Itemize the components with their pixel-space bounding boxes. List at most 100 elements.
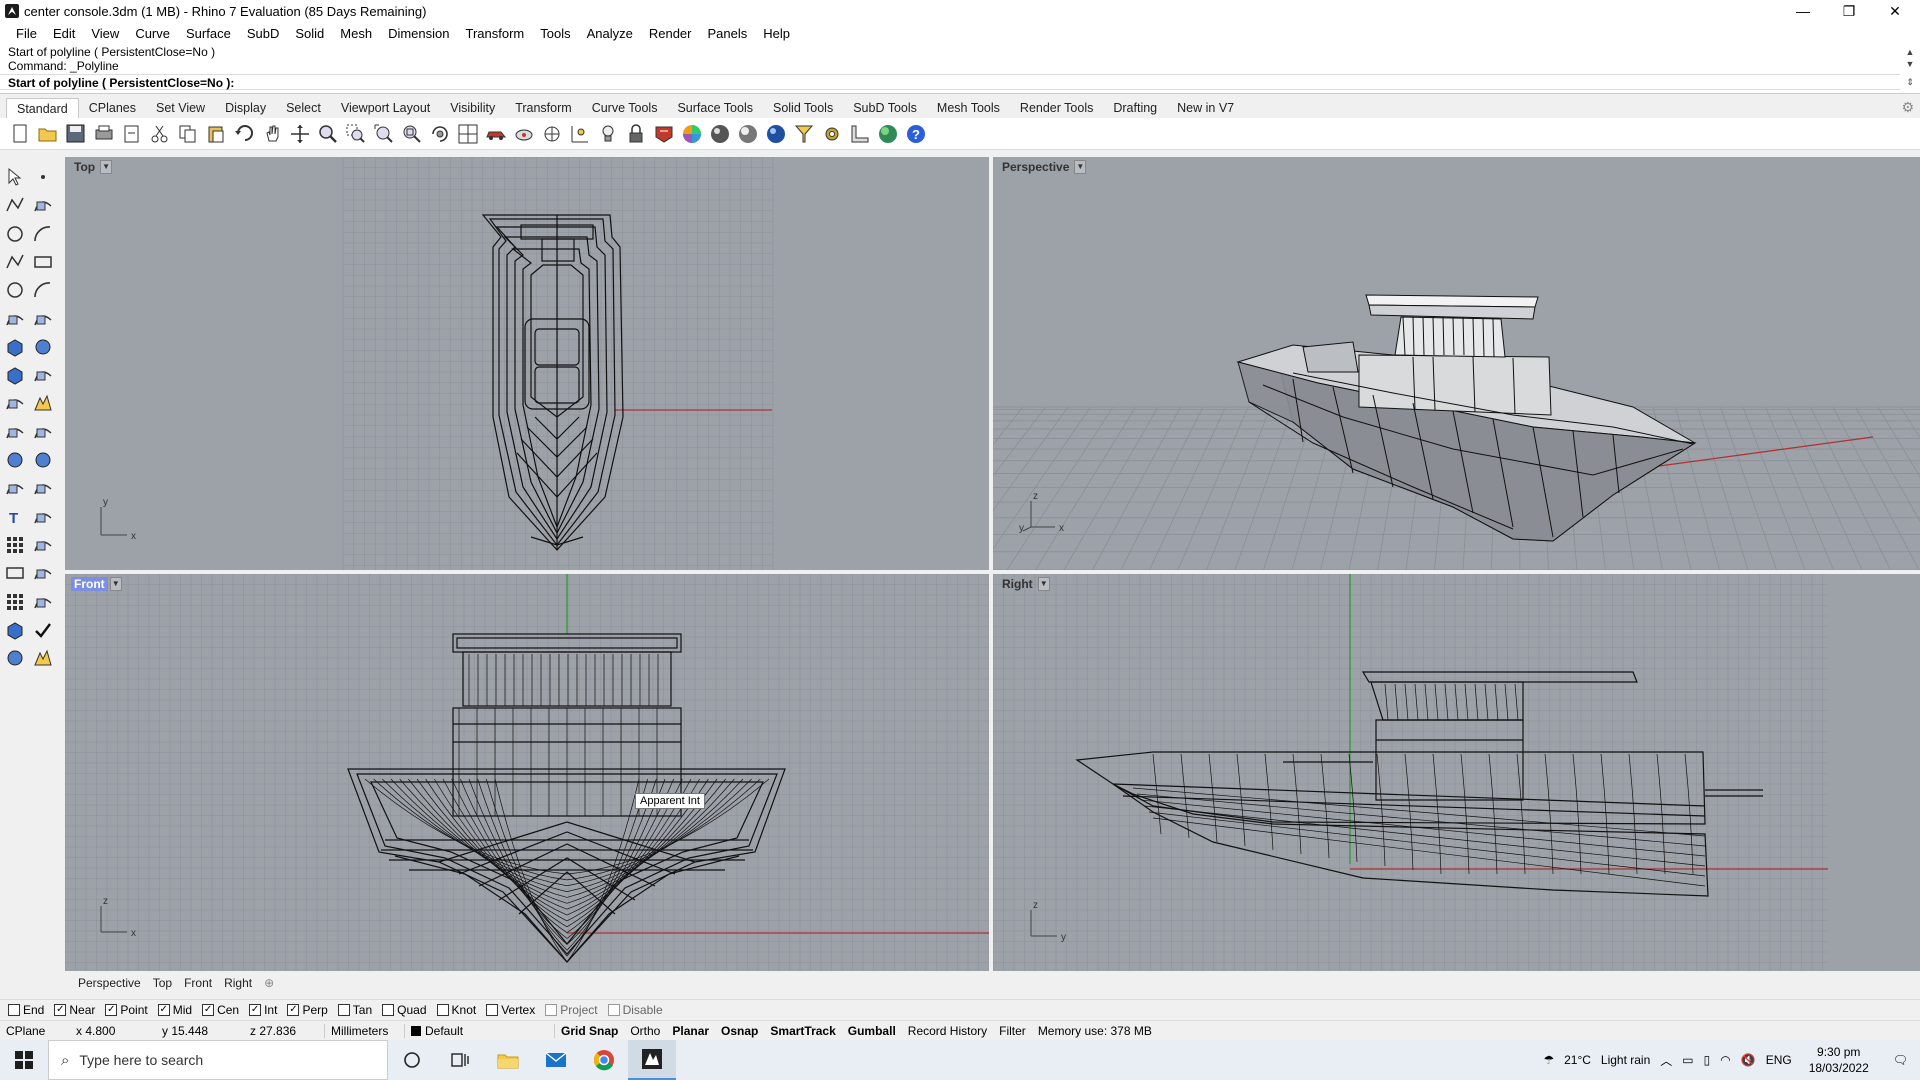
cortana-icon[interactable] bbox=[388, 1040, 436, 1080]
scroll-toggle-icon[interactable]: ⇕ bbox=[1904, 76, 1916, 88]
split-icon[interactable] bbox=[30, 419, 56, 445]
chrome-icon[interactable] bbox=[580, 1040, 628, 1080]
viewport-title[interactable]: Top bbox=[71, 160, 98, 174]
import-icon[interactable] bbox=[120, 122, 144, 146]
menu-panels[interactable]: Panels bbox=[699, 26, 755, 41]
menu-mesh[interactable]: Mesh bbox=[332, 26, 380, 41]
osnap-vertex[interactable]: Vertex bbox=[486, 1003, 535, 1017]
planar-toggle[interactable]: Planar bbox=[666, 1024, 715, 1038]
checkbox[interactable]: ✓ bbox=[249, 1003, 262, 1016]
checkbox[interactable] bbox=[545, 1003, 558, 1016]
ortho-toggle[interactable]: Ortho bbox=[624, 1024, 666, 1038]
shaded-sphere-icon[interactable] bbox=[736, 122, 760, 146]
fillet-curve-icon[interactable] bbox=[30, 277, 56, 303]
osnap-mid[interactable]: ✓ Mid bbox=[157, 1003, 192, 1017]
curve-icon[interactable] bbox=[30, 192, 56, 218]
language-indicator[interactable]: ENG bbox=[1761, 1053, 1797, 1067]
osnap-perp[interactable]: ✓ Perp bbox=[287, 1003, 328, 1017]
undo-icon[interactable] bbox=[232, 122, 256, 146]
tab-visibility[interactable]: Visibility bbox=[440, 98, 505, 118]
checkbox[interactable]: ✓ bbox=[105, 1003, 118, 1016]
file-explorer-icon[interactable] bbox=[484, 1040, 532, 1080]
globe-icon[interactable] bbox=[876, 122, 900, 146]
tab-cplanes[interactable]: CPlanes bbox=[79, 98, 146, 118]
viewport-top[interactable]: y x Top ▼ bbox=[65, 157, 989, 570]
analyze-icon[interactable] bbox=[30, 589, 56, 615]
box-icon[interactable] bbox=[2, 334, 28, 360]
command-prompt[interactable]: Start of polyline ( PersistentClose=No )… bbox=[0, 74, 1900, 90]
pan-icon[interactable] bbox=[260, 122, 284, 146]
menu-edit[interactable]: Edit bbox=[45, 26, 83, 41]
paste-icon[interactable] bbox=[204, 122, 228, 146]
filter-icon[interactable] bbox=[792, 122, 816, 146]
text-icon[interactable]: T bbox=[2, 504, 28, 530]
scroll-down-icon[interactable]: ▼ bbox=[1904, 58, 1916, 70]
weather-icon[interactable]: ☂ bbox=[1538, 1053, 1559, 1067]
explode-icon[interactable] bbox=[30, 390, 56, 416]
viewport-label-front[interactable]: Front ▼ bbox=[71, 576, 122, 592]
osnap-quad[interactable]: Quad bbox=[382, 1003, 427, 1017]
weather-temp[interactable]: 21°C bbox=[1559, 1053, 1596, 1067]
meet-now-icon[interactable]: ▭ bbox=[1677, 1053, 1698, 1067]
light-icon[interactable] bbox=[596, 122, 620, 146]
checkbox[interactable]: ✓ bbox=[202, 1003, 215, 1016]
osnap-knot[interactable]: Knot bbox=[436, 1003, 476, 1017]
checkbox[interactable]: ✓ bbox=[54, 1003, 67, 1016]
grid-array-icon[interactable] bbox=[2, 589, 28, 615]
tab-select[interactable]: Select bbox=[276, 98, 331, 118]
grid-snap-toggle[interactable]: Grid Snap bbox=[554, 1023, 624, 1038]
filter-toggle[interactable]: Filter bbox=[993, 1024, 1032, 1038]
save-icon[interactable] bbox=[64, 122, 88, 146]
move-view-icon[interactable] bbox=[288, 122, 312, 146]
dimension-icon[interactable] bbox=[30, 560, 56, 586]
extrude-icon[interactable] bbox=[2, 362, 28, 388]
tab-display[interactable]: Display bbox=[215, 98, 276, 118]
menu-subd[interactable]: SubD bbox=[239, 26, 288, 41]
open-icon[interactable] bbox=[36, 122, 60, 146]
viewport-title[interactable]: Right bbox=[999, 577, 1036, 591]
osnap-point[interactable]: ✓ Point bbox=[105, 1003, 148, 1017]
layer-selector[interactable]: Default bbox=[404, 1023, 554, 1038]
check-icon[interactable] bbox=[30, 617, 56, 643]
osnap-disable[interactable]: Disable bbox=[607, 1003, 663, 1017]
move-icon[interactable] bbox=[2, 475, 28, 501]
tab-render-tools[interactable]: Render Tools bbox=[1010, 98, 1103, 118]
record-history-toggle[interactable]: Record History bbox=[902, 1024, 993, 1038]
start-button[interactable] bbox=[0, 1040, 48, 1080]
boolean-union-icon[interactable] bbox=[2, 447, 28, 473]
rotate-view-icon[interactable] bbox=[428, 122, 452, 146]
ellipse-icon[interactable] bbox=[2, 277, 28, 303]
cplane-label[interactable]: CPlane bbox=[0, 1024, 70, 1038]
grid-icon[interactable] bbox=[540, 122, 564, 146]
osnap-end[interactable]: End bbox=[8, 1003, 44, 1017]
viewport-tab-right[interactable]: Right bbox=[218, 976, 258, 990]
menu-solid[interactable]: Solid bbox=[287, 26, 332, 41]
chevron-down-icon[interactable]: ▼ bbox=[1037, 577, 1050, 591]
viewport-tab-top[interactable]: Top bbox=[147, 976, 178, 990]
tab-drafting[interactable]: Drafting bbox=[1103, 98, 1167, 118]
menu-analyze[interactable]: Analyze bbox=[579, 26, 641, 41]
scale-icon[interactable] bbox=[30, 504, 56, 530]
lock-icon[interactable] bbox=[624, 122, 648, 146]
trim-icon[interactable] bbox=[2, 419, 28, 445]
viewport-tab-perspective[interactable]: Perspective bbox=[72, 976, 147, 990]
osnap-tan[interactable]: Tan bbox=[337, 1003, 372, 1017]
menu-render[interactable]: Render bbox=[641, 26, 700, 41]
point-icon[interactable] bbox=[30, 164, 56, 190]
osnap-project[interactable]: Project bbox=[545, 1003, 598, 1017]
layer-icon[interactable] bbox=[2, 645, 28, 671]
menu-help[interactable]: Help bbox=[755, 26, 798, 41]
viewport-label-perspective[interactable]: Perspective ▼ bbox=[999, 159, 1087, 175]
checkbox[interactable] bbox=[382, 1003, 395, 1016]
chevron-down-icon[interactable]: ▼ bbox=[100, 160, 113, 174]
viewport-right[interactable]: z y Right ▼ bbox=[993, 574, 1920, 971]
menu-surface[interactable]: Surface bbox=[178, 26, 239, 41]
material-icon[interactable] bbox=[652, 122, 676, 146]
viewport-tab-front[interactable]: Front bbox=[178, 976, 218, 990]
chevron-down-icon[interactable]: ▼ bbox=[109, 577, 122, 591]
tab-surface-tools[interactable]: Surface Tools bbox=[667, 98, 763, 118]
viewport-label-top[interactable]: Top ▼ bbox=[71, 159, 113, 175]
menu-transform[interactable]: Transform bbox=[457, 26, 532, 41]
options-gear-icon[interactable] bbox=[820, 122, 844, 146]
checkbox[interactable] bbox=[8, 1003, 20, 1016]
